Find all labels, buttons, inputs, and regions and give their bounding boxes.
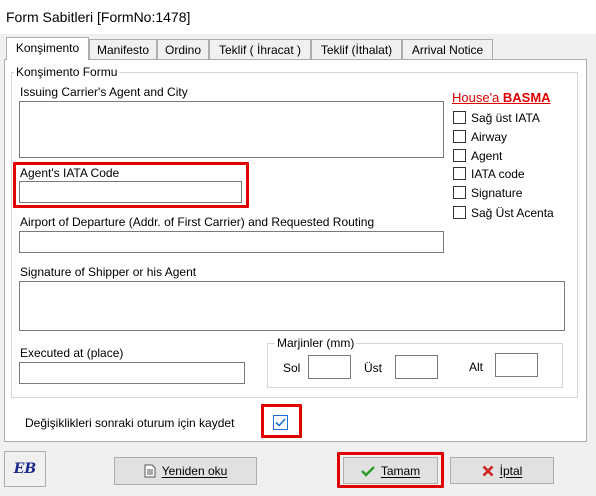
- checkbox-signature[interactable]: [453, 186, 466, 199]
- cancel-button[interactable]: İptal: [450, 457, 554, 484]
- document-icon: [144, 464, 156, 478]
- checkbox-airway-label: Airway: [471, 130, 508, 144]
- margin-alt-field[interactable]: [495, 353, 538, 377]
- save-changes-highlight: [261, 404, 302, 438]
- margin-sol-label: Sol: [283, 361, 301, 375]
- save-changes-label: Değişiklikleri sonraki oturum için kayde…: [25, 416, 235, 430]
- eb-logo-icon: EB: [13, 461, 37, 477]
- signature-field[interactable]: [19, 281, 565, 331]
- checkbox-sag-ust-iata[interactable]: [453, 111, 466, 124]
- margin-alt-label: Alt: [469, 360, 484, 374]
- cancel-button-label: İptal: [499, 463, 523, 478]
- tab-konsimento[interactable]: Konşimento: [6, 37, 89, 60]
- ok-button-highlight: [337, 452, 444, 488]
- margins-title: Marjinler (mm): [275, 336, 357, 350]
- cancel-x-icon: [482, 465, 494, 476]
- agent-iata-highlight: [13, 162, 249, 208]
- checkbox-sag-ust-iata-label: Sağ üst IATA: [471, 111, 540, 125]
- checkbox-signature-label: Signature: [471, 186, 523, 200]
- checkbox-iata-code[interactable]: [453, 167, 466, 180]
- tab-teklif-ihracat[interactable]: Teklif ( İhracat ): [209, 39, 311, 59]
- issuing-carrier-field[interactable]: [19, 101, 444, 158]
- tab-ordino[interactable]: Ordino: [157, 39, 209, 59]
- group-title: Konşimento Formu: [14, 65, 120, 79]
- signature-label: Signature of Shipper or his Agent: [20, 265, 197, 279]
- checkbox-agent[interactable]: [453, 149, 466, 162]
- reload-button[interactable]: Yeniden oku: [114, 457, 257, 485]
- title-bar: Form Sabitleri [FormNo:1478]: [0, 0, 596, 34]
- checkbox-sag-ust-acenta-label: Sağ Üst Acenta: [471, 206, 554, 220]
- checkbox-sag-ust-acenta[interactable]: [453, 206, 466, 219]
- house-basma-prefix: House'a: [452, 90, 503, 105]
- tab-teklif-ithalat[interactable]: Teklif (İthalat): [311, 39, 402, 59]
- house-basma-bold: BASMA: [502, 90, 551, 105]
- airport-field[interactable]: [19, 231, 444, 253]
- tab-manifesto[interactable]: Manifesto: [89, 39, 157, 59]
- house-basma-link[interactable]: House'a BASMA: [452, 90, 551, 105]
- checkbox-iata-code-label: IATA code: [471, 167, 525, 181]
- checkbox-airway[interactable]: [453, 130, 466, 143]
- airport-label: Airport of Departure (Addr. of First Car…: [20, 215, 375, 229]
- logo-button[interactable]: EB: [4, 451, 46, 487]
- margin-ust-label: Üst: [364, 361, 382, 375]
- tab-arrival-notice[interactable]: Arrival Notice: [402, 39, 493, 59]
- margin-sol-field[interactable]: [308, 355, 351, 379]
- executed-at-field[interactable]: [19, 362, 245, 384]
- window-title: Form Sabitleri [FormNo:1478]: [6, 9, 191, 25]
- executed-at-label: Executed at (place): [20, 346, 124, 360]
- checkbox-agent-label: Agent: [471, 149, 503, 163]
- issuing-carrier-label: Issuing Carrier's Agent and City: [20, 85, 188, 99]
- reload-button-label: Yeniden oku: [161, 464, 228, 478]
- margin-ust-field[interactable]: [395, 355, 438, 379]
